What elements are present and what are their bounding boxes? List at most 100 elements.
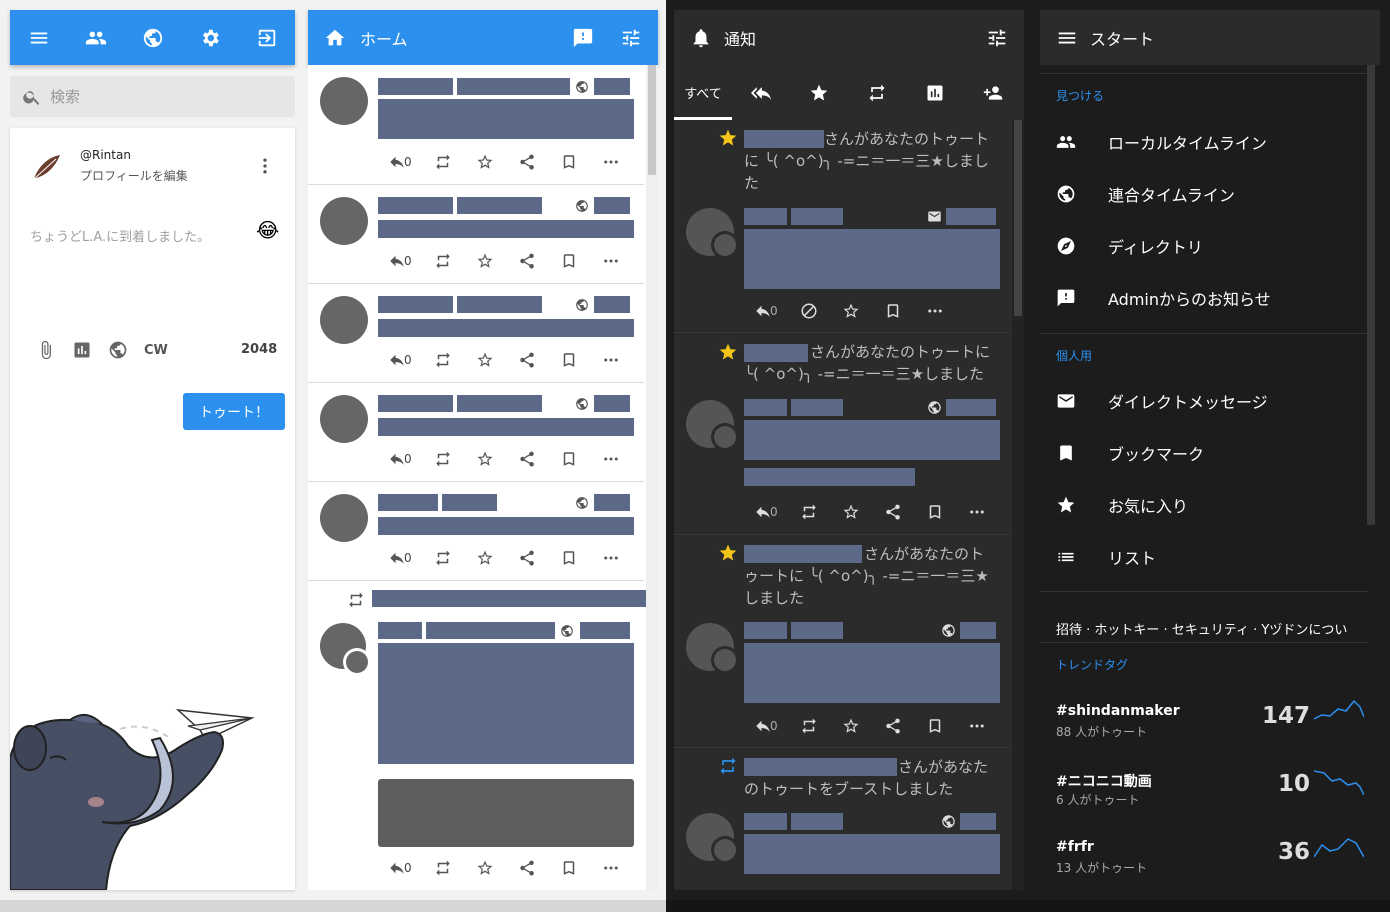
bookmark-icon[interactable] xyxy=(548,548,590,568)
home-timeline[interactable]: 0 0 0 0 0 0 xyxy=(308,65,658,890)
favourite-star-icon[interactable] xyxy=(830,502,872,522)
privacy-globe-icon[interactable] xyxy=(108,340,128,360)
favourite-star-icon[interactable] xyxy=(464,548,506,568)
avatar[interactable] xyxy=(320,395,368,443)
bookmark-icon[interactable] xyxy=(914,502,956,522)
notification-item[interactable]: さんがあなたのトゥートに ╰( ^o^)╮ -=ニ＝一＝三★しました 0 xyxy=(674,333,1010,535)
bookmark-icon[interactable] xyxy=(914,716,956,736)
trend-hashtag[interactable]: #ニコニコ動画 xyxy=(1056,771,1152,791)
more-icon[interactable] xyxy=(956,716,998,736)
media-attachment[interactable] xyxy=(378,779,634,847)
status-item[interactable]: 0 xyxy=(308,581,646,890)
emoji-picker-icon[interactable]: 😂 xyxy=(256,218,279,242)
tab-boosts[interactable] xyxy=(848,65,906,120)
home-column-header[interactable]: ホーム xyxy=(308,10,658,65)
avatar[interactable] xyxy=(686,623,736,671)
more-icon[interactable] xyxy=(590,152,632,172)
more-options-icon[interactable] xyxy=(255,156,275,176)
favourite-star-icon[interactable] xyxy=(830,301,872,321)
trend-hashtag[interactable]: #frfr xyxy=(1056,839,1094,855)
globe-icon[interactable] xyxy=(142,27,164,49)
notification-item[interactable]: さんがあなたのトゥートに ╰( ^o^)╮ -=ニ＝一＝三★しました 0 xyxy=(674,535,1010,748)
more-icon[interactable] xyxy=(590,548,632,568)
nav-directory[interactable]: ディレクトリ xyxy=(1040,220,1366,272)
share-icon[interactable] xyxy=(506,858,548,878)
more-icon[interactable] xyxy=(914,301,956,321)
avatar[interactable] xyxy=(686,208,736,256)
people-icon[interactable] xyxy=(85,27,107,49)
boost-icon[interactable] xyxy=(788,716,830,736)
scrollbar-thumb[interactable] xyxy=(1367,65,1375,525)
more-icon[interactable] xyxy=(590,251,632,271)
trend-item[interactable]: #ニコニコ動画 6 人がトゥート 10 xyxy=(1040,770,1366,831)
status-item[interactable]: 0 xyxy=(308,383,644,482)
nav-federated-timeline[interactable]: 連合タイムライン xyxy=(1040,168,1366,220)
boost-icon[interactable] xyxy=(422,548,464,568)
toot-button[interactable]: トゥート！ xyxy=(183,393,285,430)
bookmark-icon[interactable] xyxy=(548,350,590,370)
bookmark-icon[interactable] xyxy=(548,251,590,271)
share-icon[interactable] xyxy=(506,548,548,568)
share-icon[interactable] xyxy=(506,251,548,271)
content-warning-button[interactable]: CW xyxy=(144,343,168,358)
bookmark-icon[interactable] xyxy=(548,152,590,172)
notification-item[interactable]: さんがあなたのトゥートをブーストしました xyxy=(674,748,1010,890)
tab-favourites[interactable] xyxy=(790,65,848,120)
favourite-star-icon[interactable] xyxy=(464,251,506,271)
nav-lists[interactable]: リスト xyxy=(1040,531,1366,583)
more-icon[interactable] xyxy=(590,449,632,469)
more-icon[interactable] xyxy=(590,350,632,370)
trend-item[interactable]: #frfr 13 人がトゥート 36 xyxy=(1040,838,1366,890)
tab-follows[interactable] xyxy=(964,65,1022,120)
status-item[interactable]: 0 xyxy=(308,65,644,185)
status-item[interactable]: 0 xyxy=(308,284,644,383)
footer-links[interactable]: 招待 · ホットキー · セキュリティ · Yヅドンについ xyxy=(1056,619,1347,638)
boost-icon[interactable] xyxy=(422,858,464,878)
avatar[interactable] xyxy=(320,494,368,542)
bookmark-icon[interactable] xyxy=(872,301,914,321)
share-icon[interactable] xyxy=(872,502,914,522)
account-handle[interactable]: @Rintan xyxy=(80,148,188,162)
tab-all[interactable]: すべて xyxy=(674,65,732,120)
bookmark-icon[interactable] xyxy=(548,449,590,469)
tab-polls[interactable] xyxy=(906,65,964,120)
boost-icon[interactable] xyxy=(788,502,830,522)
notification-item[interactable]: さんがあなたのトゥートに ╰( ^o^)╮ -=ニ＝一＝三★しました 0 xyxy=(674,120,1010,333)
boost-icon[interactable] xyxy=(422,350,464,370)
menu-icon[interactable] xyxy=(28,27,50,49)
compose-textarea[interactable]: ちょうどL.A.に到着しました。 xyxy=(30,226,210,245)
avatar[interactable] xyxy=(320,197,368,245)
edit-profile-link[interactable]: プロフィールを編集 xyxy=(80,167,188,184)
trend-hashtag[interactable]: #shindanmaker xyxy=(1056,703,1180,719)
scrollbar-thumb[interactable] xyxy=(648,65,656,175)
scrollbar-thumb[interactable] xyxy=(1014,120,1022,316)
bookmark-icon[interactable] xyxy=(548,858,590,878)
nav-local-timeline[interactable]: ローカルタイムライン xyxy=(1040,116,1366,168)
scrollbar[interactable] xyxy=(646,65,658,890)
share-icon[interactable] xyxy=(506,152,548,172)
nav-direct-messages[interactable]: ダイレクトメッセージ xyxy=(1040,375,1366,427)
notifications-column-header[interactable]: 通知 xyxy=(674,10,1024,65)
gear-icon[interactable] xyxy=(199,27,221,49)
booster-avatar[interactable] xyxy=(346,651,368,673)
nav-favourites[interactable]: お気に入り xyxy=(1040,479,1366,531)
avatar[interactable] xyxy=(686,813,736,861)
status-item[interactable]: 0 xyxy=(308,185,644,284)
favourite-star-icon[interactable] xyxy=(464,152,506,172)
announcements-icon[interactable] xyxy=(572,27,594,49)
avatar[interactable] xyxy=(686,400,736,448)
column-settings-icon[interactable] xyxy=(986,27,1008,49)
poll-icon[interactable] xyxy=(72,340,92,360)
favourite-star-icon[interactable] xyxy=(464,449,506,469)
notifications-list[interactable]: さんがあなたのトゥートに ╰( ^o^)╮ -=ニ＝一＝三★しました 0 さんが… xyxy=(674,120,1024,890)
more-icon[interactable] xyxy=(956,502,998,522)
share-icon[interactable] xyxy=(506,449,548,469)
share-icon[interactable] xyxy=(506,350,548,370)
boost-icon[interactable] xyxy=(422,251,464,271)
nav-admin-announcements[interactable]: Adminからのお知らせ xyxy=(1040,272,1366,324)
favourite-star-icon[interactable] xyxy=(830,716,872,736)
column-settings-icon[interactable] xyxy=(620,27,642,49)
boost-icon[interactable] xyxy=(422,449,464,469)
search-input[interactable]: 検索 xyxy=(10,76,295,117)
share-icon[interactable] xyxy=(872,716,914,736)
